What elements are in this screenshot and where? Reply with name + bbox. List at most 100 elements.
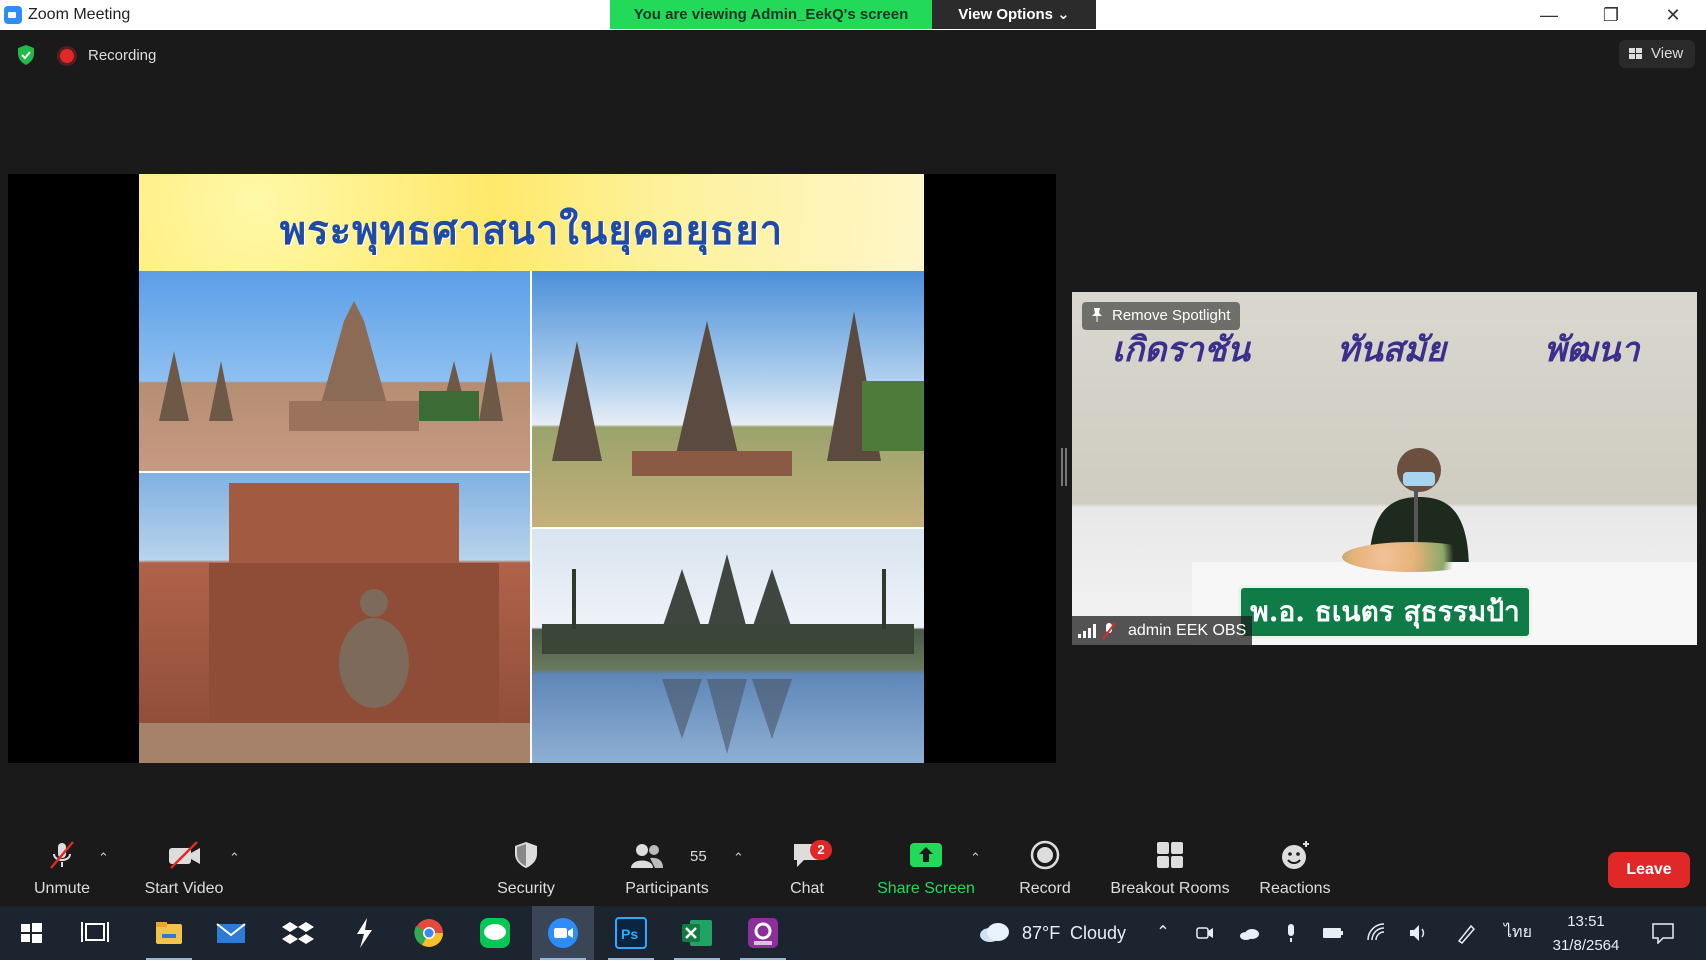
participants-button[interactable]: Participants <box>616 830 718 906</box>
line-app-icon[interactable] <box>476 914 514 952</box>
volume-icon[interactable] <box>1408 922 1430 944</box>
photoshop-taskbar-item[interactable]: Ps <box>600 906 662 960</box>
weather-condition[interactable]: Cloudy <box>1070 906 1126 960</box>
excel-taskbar-item[interactable] <box>666 906 728 960</box>
temple-photo-2 <box>532 271 924 527</box>
security-button[interactable]: Security <box>486 830 566 906</box>
leave-button[interactable]: Leave <box>1608 852 1690 888</box>
windows-taskbar: Ps 87°F Cloudy ⌃ ไทย 13:51 31/8/2564 <box>0 906 1706 960</box>
file-explorer-icon <box>156 922 182 944</box>
pen-input-icon[interactable] <box>1456 922 1478 944</box>
chat-button[interactable]: Chat <box>776 830 838 906</box>
audio-options-caret[interactable]: ⌃ <box>98 850 109 866</box>
participants-options-caret[interactable]: ⌃ <box>733 850 744 866</box>
start-video-button[interactable]: Start Video <box>136 830 232 906</box>
view-button[interactable]: View <box>1619 40 1695 68</box>
participant-name: admin EEK OBS <box>1128 622 1247 639</box>
participant-name-tag: admin EEK OBS <box>1072 616 1253 645</box>
muted-mic-icon <box>1102 622 1116 640</box>
window-title: Zoom Meeting <box>28 6 131 23</box>
remove-spotlight-button[interactable]: Remove Spotlight <box>1082 302 1241 330</box>
reactions-label: Reactions <box>1259 880 1331 897</box>
chat-label: Chat <box>790 880 824 897</box>
share-screen-button[interactable]: Share Screen <box>872 830 980 906</box>
grid-view-icon <box>1629 48 1642 59</box>
breakout-rooms-button[interactable]: Breakout Rooms <box>1106 830 1234 906</box>
shared-screen[interactable]: พระพุทธศาสนาในยุคอยุธยา <box>8 174 1056 763</box>
system-clock[interactable]: 13:51 31/8/2564 <box>1546 910 1626 958</box>
record-button[interactable]: Record <box>1010 830 1080 906</box>
flower-arrangement <box>1342 542 1482 572</box>
backdrop-word-3: พัฒนา <box>1544 330 1640 370</box>
reactions-button[interactable]: Reactions <box>1254 830 1336 906</box>
participants-label: Participants <box>625 880 709 897</box>
show-hidden-icons-chevron-icon[interactable]: ⌃ <box>1152 922 1174 944</box>
slide-title: พระพุทธศาสนาในยุคอยุธยา <box>279 207 784 254</box>
reactions-smiley-icon <box>1282 841 1309 869</box>
slide-header: พระพุทธศาสนาในยุคอยุธยา <box>139 174 924 271</box>
viewing-screen-banner: You are viewing Admin_EekQ's screen <box>610 0 932 29</box>
record-icon <box>1030 840 1060 870</box>
clock-time: 13:51 <box>1567 913 1605 930</box>
microphone-icon[interactable] <box>1280 922 1302 944</box>
participant-video[interactable]: เกิดราชัน ทันสมัย พัฒนา Remove Spotlight… <box>1072 292 1697 645</box>
meeting-toolbar: Unmute ⌃ Start Video ⌃ Security Particip… <box>0 830 1706 906</box>
breakout-rooms-icon <box>1157 842 1183 868</box>
video-options-caret[interactable]: ⌃ <box>229 850 240 866</box>
participants-count: 55 <box>690 848 707 865</box>
meet-now-icon[interactable] <box>1194 922 1216 944</box>
close-button[interactable]: ✕ <box>1650 3 1696 27</box>
recording-indicator-icon <box>60 49 74 63</box>
wifi-icon[interactable] <box>1366 922 1388 944</box>
start-video-label: Start Video <box>144 880 224 897</box>
record-label: Record <box>1019 880 1071 897</box>
weather-temperature[interactable]: 87°F <box>1022 906 1060 960</box>
muted-mic-icon <box>50 841 74 869</box>
task-view-icon[interactable] <box>76 914 114 952</box>
view-options-button[interactable]: View Options ⌄ <box>932 0 1096 29</box>
unmute-label: Unmute <box>33 880 91 897</box>
share-screen-label: Share Screen <box>877 880 975 897</box>
breakout-rooms-label: Breakout Rooms <box>1110 880 1230 897</box>
temple-photo-3 <box>139 473 530 763</box>
zoom-taskbar-item[interactable] <box>532 906 594 960</box>
security-label: Security <box>497 880 555 897</box>
share-screen-icon <box>910 843 942 867</box>
pdf-app-taskbar-item[interactable] <box>732 906 794 960</box>
photoshop-icon: Ps <box>615 917 647 949</box>
excel-icon <box>682 920 712 946</box>
cloudy-weather-icon[interactable] <box>978 920 1012 944</box>
zoom-app-icon <box>4 6 22 24</box>
remove-spotlight-label: Remove Spotlight <box>1112 307 1231 324</box>
backdrop-word-2: ทันสมัย <box>1337 330 1446 370</box>
mail-icon[interactable] <box>212 914 250 952</box>
clock-date: 31/8/2564 <box>1552 937 1620 954</box>
onedrive-cloud-icon[interactable] <box>1238 922 1260 944</box>
security-shield-icon[interactable] <box>17 45 35 65</box>
zoom-icon <box>548 918 578 948</box>
chrome-icon[interactable] <box>410 914 448 952</box>
chat-unread-badge: 2 <box>810 840 832 860</box>
dropbox-icon[interactable] <box>279 914 317 952</box>
file-explorer-taskbar-item[interactable] <box>138 906 200 960</box>
participants-icon <box>630 844 663 868</box>
title-bar: Zoom Meeting You are viewing Admin_EekQ'… <box>0 0 1706 30</box>
presentation-slide: พระพุทธศาสนาในยุคอยุธยา <box>139 174 924 763</box>
unmute-button[interactable]: Unmute <box>20 830 104 906</box>
video-off-icon <box>169 841 200 869</box>
panel-resize-handle[interactable] <box>1061 448 1067 486</box>
restore-button[interactable]: ❐ <box>1588 3 1634 27</box>
share-options-caret[interactable]: ⌃ <box>970 850 981 866</box>
notifications-icon[interactable] <box>1651 922 1675 944</box>
pin-icon <box>1092 308 1102 322</box>
nameplate: พ.อ. ธเนตร สุธรรมป้า <box>1238 585 1532 639</box>
windows-start-icon[interactable] <box>12 914 50 952</box>
view-label: View <box>1651 45 1684 62</box>
temple-photo-4 <box>532 529 924 763</box>
battery-icon[interactable] <box>1322 922 1344 944</box>
pdf-app-icon <box>748 918 778 948</box>
signal-strength-icon <box>1078 624 1096 638</box>
minimize-button[interactable]: — <box>1526 3 1572 27</box>
lightning-app-icon[interactable] <box>345 914 383 952</box>
input-language-indicator[interactable]: ไทย <box>1504 906 1532 960</box>
